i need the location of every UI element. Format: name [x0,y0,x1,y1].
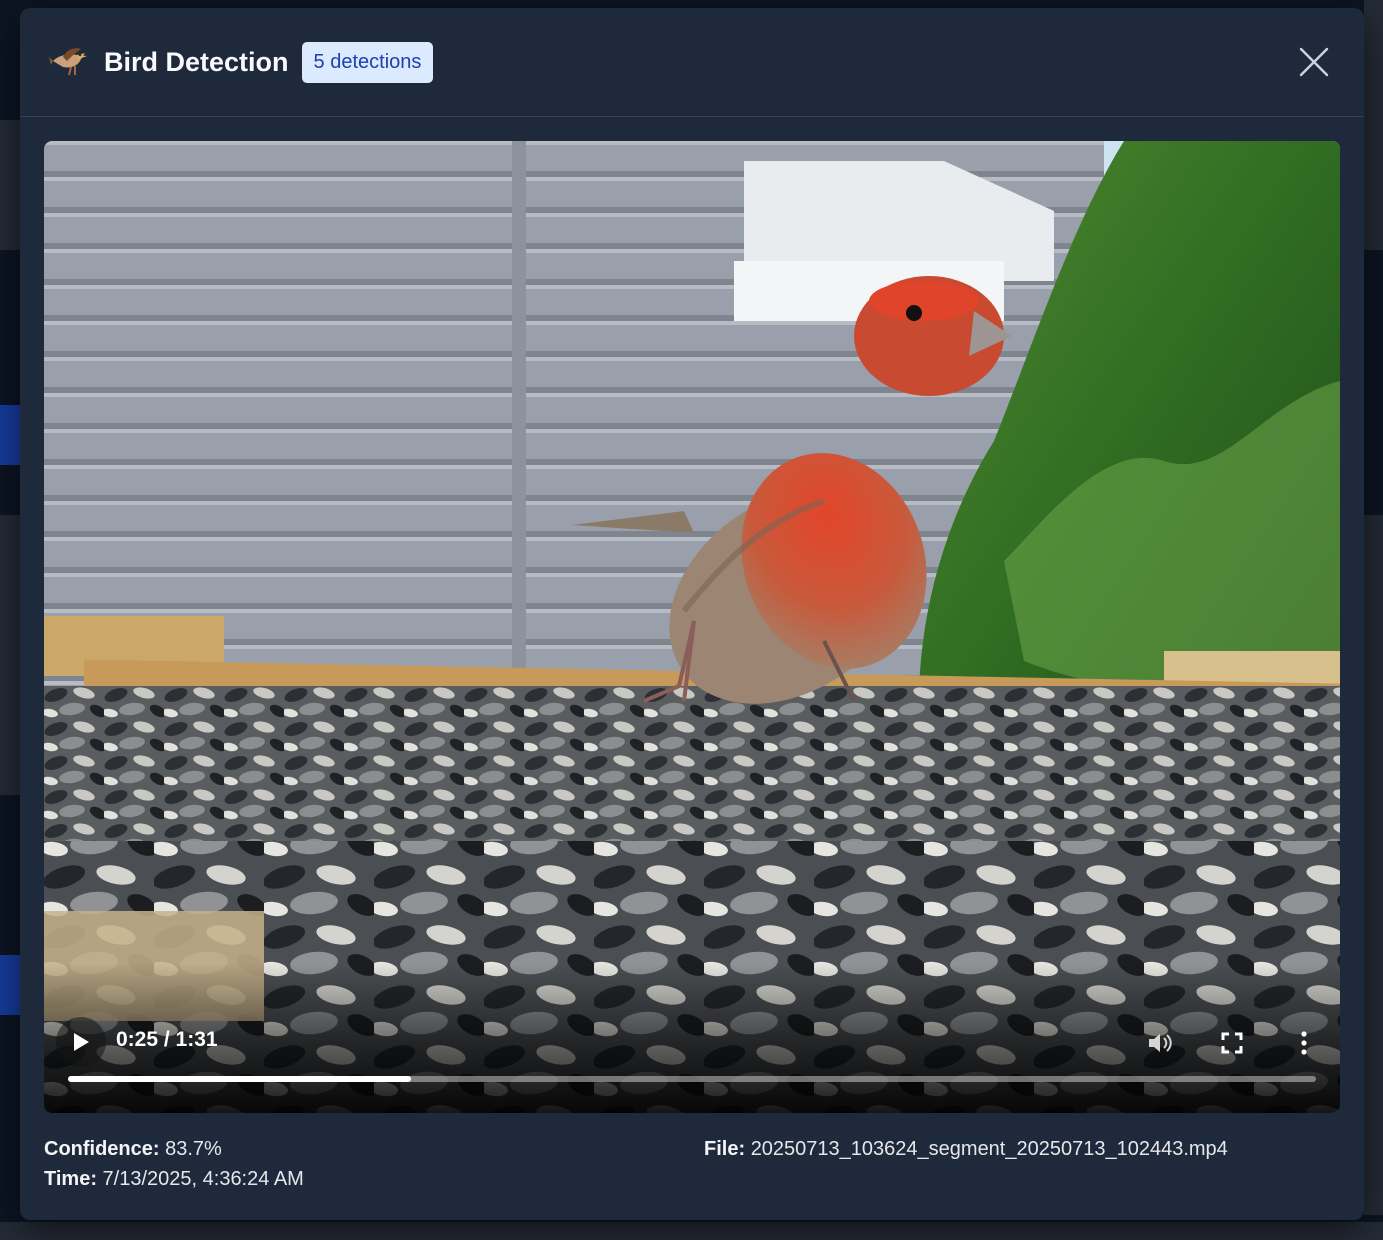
file-value: 20250713_103624_segment_20250713_102443.… [750,1138,1228,1160]
close-icon [1299,47,1329,77]
time-readout: 0:25 / 1:31 [116,1028,218,1051]
file-row: File: 20250713_103624_segment_20250713_1… [704,1138,1228,1161]
more-options-button[interactable] [1286,1025,1322,1061]
volume-button[interactable] [1142,1025,1178,1061]
background-thumbnail [0,515,20,795]
background-thumbnail-row [0,1222,1383,1240]
modal-header: Bird Detection 5 detections [20,8,1364,117]
background-button [0,955,20,1015]
fullscreen-icon [1221,1032,1243,1054]
volume-icon [1149,1034,1172,1052]
background-thumbnail [0,120,20,250]
time-label: Time: [44,1168,97,1190]
time-value: 7/13/2025, 4:36:24 AM [102,1168,304,1190]
close-button[interactable] [1292,40,1336,84]
background-button [0,405,20,465]
fullscreen-button[interactable] [1214,1025,1250,1061]
video-player[interactable]: 0:25 / 1:31 [44,141,1340,1113]
confidence-value: 83.7% [165,1138,222,1160]
background-thumbnail [1364,515,1383,1215]
progress-bar[interactable] [68,1076,1316,1082]
detection-modal: Bird Detection 5 detections 0:25 / 1:31 … [20,8,1364,1220]
time-row: Time: 7/13/2025, 4:36:24 AM [44,1168,304,1191]
confidence-row: Confidence: 83.7% [44,1138,222,1161]
confidence-label: Confidence: [44,1138,160,1160]
bird-icon [48,41,90,83]
modal-title: Bird Detection [104,46,289,77]
play-icon [74,1033,89,1051]
more-vert-icon [1301,1031,1307,1055]
progress-fill [68,1076,412,1082]
file-label: File: [704,1138,746,1160]
play-button[interactable] [56,1017,106,1067]
background-thumbnail [1364,0,1383,250]
detections-badge: 5 detections [301,41,434,83]
